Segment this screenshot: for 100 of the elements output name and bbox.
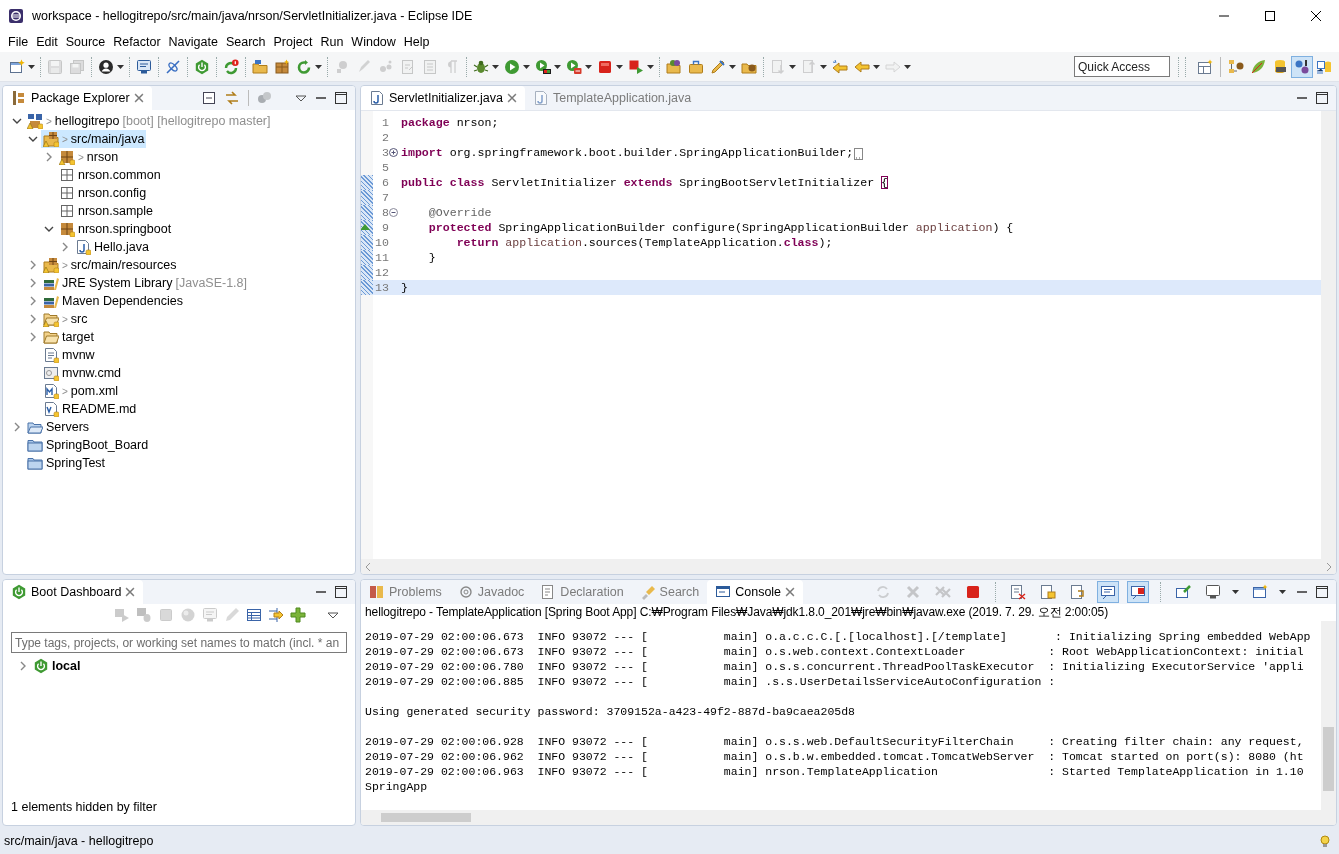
tree-item[interactable]: > pom.xml — [41, 382, 121, 400]
view-tab[interactable]: Declaration — [532, 580, 632, 604]
caret-icon[interactable] — [647, 64, 654, 69]
tree-item[interactable]: > src — [41, 310, 90, 328]
tree-item[interactable]: README.md — [41, 400, 139, 418]
back-arrow-icon[interactable] — [832, 58, 848, 75]
close-icon[interactable] — [1311, 11, 1321, 21]
minimize-icon[interactable] — [1296, 588, 1308, 596]
chevron-down-icon[interactable] — [12, 116, 22, 126]
monitor-icon[interactable] — [136, 58, 152, 75]
perspective-button[interactable] — [1291, 55, 1313, 78]
expand-icon[interactable] — [389, 148, 398, 157]
pin-icon[interactable] — [165, 58, 181, 75]
chevron-right-icon[interactable] — [44, 152, 54, 162]
caret-icon[interactable] — [616, 64, 623, 69]
new-window-icon[interactable] — [9, 58, 25, 75]
maximize-icon[interactable] — [1316, 586, 1328, 598]
crate-icon[interactable] — [274, 58, 290, 75]
vertical-scrollbar[interactable] — [1321, 621, 1336, 810]
chevron-right-icon[interactable] — [28, 278, 38, 288]
maximize-icon[interactable] — [1316, 92, 1328, 104]
tree-item[interactable]: > nrson — [57, 148, 121, 166]
menu-item[interactable]: File — [4, 32, 33, 52]
minimize-icon[interactable] — [315, 94, 327, 102]
view-tab[interactable]: Javadoc — [449, 580, 533, 604]
horizontal-scrollbar[interactable] — [361, 559, 1336, 574]
terminate-icon[interactable] — [628, 58, 644, 75]
folded-code-icon[interactable] — [854, 147, 864, 160]
caret-icon[interactable] — [729, 64, 736, 69]
collapse-icon[interactable] — [389, 208, 398, 217]
tree-item[interactable]: SpringBoot_Board — [25, 436, 151, 454]
view-menu-icon[interactable] — [295, 94, 307, 102]
lightbulb-icon[interactable] — [1319, 834, 1331, 848]
bug-icon[interactable] — [473, 58, 489, 75]
wrap-icon[interactable] — [1070, 584, 1086, 600]
minimize-icon[interactable] — [315, 588, 327, 596]
caret-icon[interactable] — [523, 64, 530, 69]
caret-icon[interactable] — [1279, 590, 1286, 594]
maximize-icon[interactable] — [1265, 11, 1275, 21]
menu-item[interactable]: Edit — [32, 32, 62, 52]
chevron-down-icon[interactable] — [44, 224, 54, 234]
caret-icon[interactable] — [315, 64, 322, 69]
lock-icon[interactable] — [1040, 584, 1056, 600]
stop-icon[interactable] — [597, 58, 613, 75]
vertical-scrollbar[interactable] — [1321, 111, 1336, 559]
editor-tab[interactable]: ServletInitializer.java — [361, 86, 525, 110]
view-tab[interactable]: Console — [707, 580, 804, 604]
table-icon[interactable] — [246, 607, 262, 623]
scroll-right-icon[interactable] — [1326, 561, 1332, 572]
chevron-right-icon[interactable] — [18, 661, 28, 671]
tree-item[interactable]: Maven Dependencies — [41, 292, 185, 310]
tree-item[interactable]: nrson.springboot — [57, 220, 174, 238]
new-console-icon[interactable] — [1252, 584, 1268, 600]
tree-item[interactable]: Servers — [25, 418, 92, 436]
tree-item[interactable]: nrson.config — [57, 184, 149, 202]
caret-icon[interactable] — [1232, 590, 1239, 594]
caret-icon[interactable] — [117, 64, 124, 69]
tree-item[interactable]: JRE System Library [JavaSE-1.8] — [41, 274, 250, 292]
menu-item[interactable]: Search — [221, 32, 270, 52]
filter-field[interactable]: Type tags, projects, or working set names to match (incl. * an — [11, 632, 347, 653]
menu-item[interactable]: Navigate — [164, 32, 222, 52]
maximize-icon[interactable] — [335, 92, 347, 104]
chevron-right-icon[interactable] — [28, 296, 38, 306]
maximize-icon[interactable] — [335, 586, 347, 598]
tree-item[interactable]: Hello.java — [73, 238, 151, 256]
tree-item[interactable]: nrson.sample — [57, 202, 156, 220]
menu-item[interactable]: Window — [347, 32, 400, 52]
chevron-right-icon[interactable] — [28, 332, 38, 342]
menu-item[interactable]: Source — [61, 32, 110, 52]
view-tab[interactable]: Search — [631, 580, 708, 604]
menu-item[interactable]: Run — [316, 32, 348, 52]
link-icon[interactable] — [224, 90, 240, 106]
run-icon[interactable] — [504, 58, 520, 75]
caret-icon[interactable] — [873, 64, 880, 69]
arrows-icon[interactable] — [268, 607, 284, 623]
view-tab[interactable]: Problems — [361, 580, 450, 604]
view-tab[interactable]: Boot Dashboard — [3, 580, 144, 604]
tree-item[interactable]: nrson.common — [57, 166, 163, 184]
tree-item[interactable]: mvnw.cmd — [41, 364, 124, 382]
power-icon[interactable] — [194, 58, 210, 75]
horizontal-scrollbar[interactable] — [361, 810, 1336, 825]
tree-item[interactable]: > src/main/resources — [41, 256, 179, 274]
tree-item[interactable]: SpringTest — [25, 454, 108, 472]
tree-item[interactable]: target — [41, 328, 96, 346]
tree-item[interactable]: > hellogitrepo [boot] [hellogitrepo master] — [25, 112, 273, 130]
quick-access-field[interactable]: Quick Access — [1074, 56, 1170, 77]
plus-icon[interactable] — [290, 607, 306, 623]
menu-item[interactable]: Project — [269, 32, 317, 52]
chevron-right-icon[interactable] — [28, 314, 38, 324]
folder-icon[interactable] — [252, 58, 268, 75]
coverage-icon[interactable] — [535, 58, 551, 75]
caret-icon[interactable] — [28, 64, 35, 69]
folder-icon[interactable] — [666, 58, 682, 75]
stop-icon[interactable] — [965, 584, 981, 600]
user-icon[interactable] — [98, 58, 114, 75]
monitor-icon[interactable] — [1205, 584, 1221, 600]
chevron-right-icon[interactable] — [60, 242, 70, 252]
editor-tab[interactable]: TemplateApplication.java — [524, 86, 700, 110]
tools-icon[interactable] — [566, 58, 582, 75]
clear-icon[interactable] — [1010, 584, 1026, 600]
